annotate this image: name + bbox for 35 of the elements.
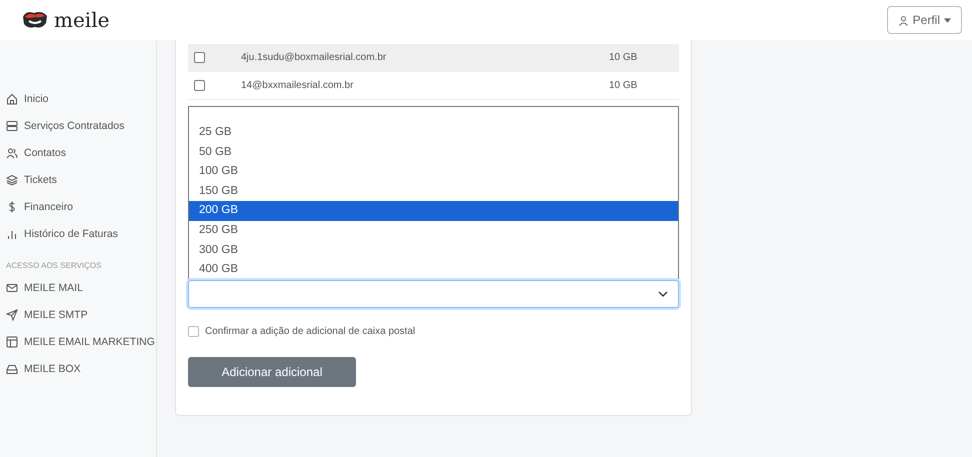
layout-icon xyxy=(6,336,18,348)
table-cell-text: 14@bxxmailesrial.com.br xyxy=(241,80,354,91)
sidebar-item[interactable]: MEILE SMTP xyxy=(0,301,156,328)
user-icon xyxy=(898,14,909,26)
sidebar-item[interactable]: Tickets xyxy=(0,166,156,193)
table-cell-text: 10 GB xyxy=(609,52,638,63)
chevron-icon xyxy=(658,290,668,297)
table-cell-text: 10 GB xyxy=(609,80,638,91)
checkbox[interactable] xyxy=(188,326,199,337)
layers-icon xyxy=(6,174,18,186)
mail-icon xyxy=(6,282,18,294)
server-icon xyxy=(6,120,18,132)
box-icon xyxy=(6,362,18,374)
sidebar-item[interactable]: MEILE EMAIL MARKETING xyxy=(0,328,156,355)
dropdown-option[interactable]: 200 GB xyxy=(189,201,678,221)
select-field[interactable] xyxy=(188,280,679,308)
home-icon xyxy=(6,92,18,104)
submit-button[interactable]: Adicionar adicional xyxy=(188,356,356,387)
caret-icon xyxy=(944,18,951,22)
checkbox[interactable] xyxy=(194,52,205,63)
send-icon xyxy=(6,308,18,320)
sidebar-item[interactable]: Contatos xyxy=(0,139,156,166)
logo-text: meile xyxy=(54,8,110,32)
checkbox[interactable] xyxy=(194,80,205,91)
users-icon xyxy=(6,146,18,158)
sidebar-item[interactable]: Histórico de Faturas xyxy=(0,220,156,247)
profile-button[interactable]: Perfil xyxy=(886,6,962,34)
sidebar-item[interactable]: MEILE BOX xyxy=(0,355,156,382)
sidebar-item[interactable]: MEILE MAIL xyxy=(0,274,156,301)
table-cell-text: 4ju.1sudu@boxmailesrial.com.br xyxy=(241,52,388,63)
sidebar-item[interactable]: Financeiro xyxy=(0,193,156,220)
sidebar-item[interactable]: Serviços Contratados xyxy=(0,112,156,139)
checkbox-label: Confirmar a adição de adicional de caixa postal xyxy=(205,326,416,337)
section-title: ACESSO AOS SERVIÇOS xyxy=(5,260,102,272)
sidebar-item[interactable]: Inicio xyxy=(0,85,156,112)
